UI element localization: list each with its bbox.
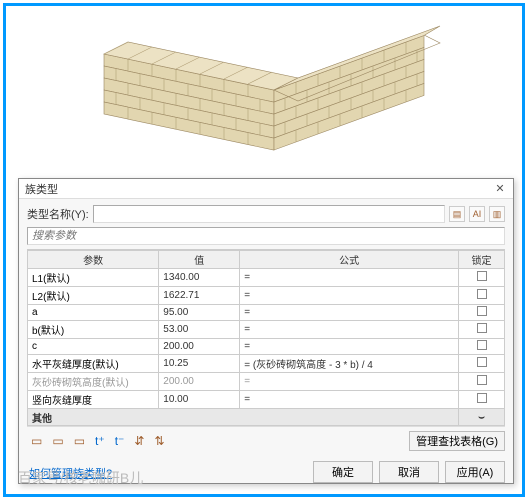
table-row: 水平灰缝厚度(默认)10.25= (灰砂砖砌筑高度 - 3 * b) / 4 [28, 355, 505, 373]
search-input[interactable] [27, 227, 505, 245]
delete-type-icon[interactable]: ▥ [489, 206, 505, 222]
table-row: c200.00= [28, 339, 505, 355]
family-types-dialog: 族类型 ✕ 类型名称(Y): ▤ AI ▥ 参数 值 公 [18, 178, 514, 484]
table-row: 竖向灰缝厚度10.00= [28, 391, 505, 409]
lock-checkbox [477, 393, 487, 403]
lock-checkbox [477, 357, 487, 367]
wall-3d-preview [6, 6, 522, 176]
table-row: 灰砂砖砌筑高度(默认)200.00= [28, 373, 505, 391]
ok-button[interactable]: 确定 [313, 461, 373, 483]
new-type-icon[interactable]: ▤ [449, 206, 465, 222]
lock-checkbox [477, 375, 487, 385]
help-link[interactable]: 如何管理族类型? [27, 463, 112, 481]
sort-desc-icon[interactable]: ⇅ [154, 434, 164, 448]
col-lock[interactable]: 锁定 [459, 251, 505, 269]
table-row: L2(默认)1622.71= [28, 287, 505, 305]
rename-type-icon[interactable]: AI [469, 206, 485, 222]
type-name-input[interactable] [93, 205, 445, 223]
lock-checkbox [477, 289, 487, 299]
lock-checkbox [477, 271, 487, 281]
sort-asc-icon[interactable]: ⇵ [134, 434, 144, 448]
section-row: 其他⌣ [28, 409, 505, 427]
lock-checkbox [477, 323, 487, 333]
dialog-titlebar[interactable]: 族类型 ✕ [19, 179, 513, 199]
lock-checkbox [477, 306, 487, 316]
table-row: b(默认)53.00= [28, 321, 505, 339]
table-row: a95.00= [28, 305, 505, 321]
dialog-title: 族类型 [25, 181, 58, 197]
wall-svg [84, 16, 444, 166]
param-delete-icon[interactable]: ▭ [74, 434, 85, 448]
col-parameter[interactable]: 参数 [28, 251, 159, 269]
table-row: L1(默认)1340.00= [28, 269, 505, 287]
parameters-grid[interactable]: 参数 值 公式 锁定 L1(默认)1340.00= L2(默认)1622.71=… [27, 249, 505, 426]
manage-lookup-button[interactable]: 管理查找表格(G) [409, 431, 505, 451]
col-value[interactable]: 值 [159, 251, 240, 269]
col-formula[interactable]: 公式 [240, 251, 459, 269]
cancel-button[interactable]: 取消 [379, 461, 439, 483]
param-add-icon[interactable]: ▭ [31, 434, 42, 448]
close-icon[interactable]: ✕ [493, 182, 507, 196]
move-up-icon[interactable]: t⁺ [95, 434, 105, 448]
move-down-icon[interactable]: t⁻ [115, 434, 125, 448]
param-modify-icon[interactable]: ▭ [52, 434, 63, 448]
apply-button[interactable]: 应用(A) [445, 461, 505, 483]
lock-checkbox [477, 340, 487, 350]
type-name-label: 类型名称(Y): [27, 206, 89, 222]
